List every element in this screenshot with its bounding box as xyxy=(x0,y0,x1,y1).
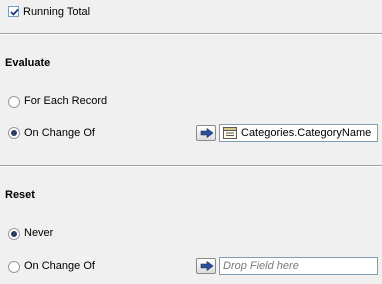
reset-on-change-of-radio[interactable] xyxy=(8,261,20,273)
table-field-icon xyxy=(223,127,237,139)
reset-on-change-of-label: On Change Of xyxy=(24,260,95,272)
evaluate-field-picker-button[interactable] xyxy=(196,125,216,141)
running-total-label: Running Total xyxy=(23,6,91,18)
arrow-right-icon xyxy=(200,261,214,271)
evaluate-field-box[interactable]: Categories.CategoryName xyxy=(219,124,378,142)
reset-field-picker-button[interactable] xyxy=(196,258,216,274)
reset-field-placeholder: Drop Field here xyxy=(223,260,299,272)
reset-never-radio[interactable] xyxy=(8,228,20,240)
reset-section-title: Reset xyxy=(5,189,35,201)
arrow-right-icon xyxy=(200,128,214,138)
reset-never-label: Never xyxy=(24,227,54,239)
evaluate-field-value: Categories.CategoryName xyxy=(241,127,372,139)
evaluate-on-change-of-radio[interactable] xyxy=(8,127,20,139)
evaluate-section-title: Evaluate xyxy=(5,57,51,69)
divider xyxy=(0,33,382,35)
checkmark-icon xyxy=(10,8,19,16)
evaluate-for-each-record-radio[interactable] xyxy=(8,96,20,108)
reset-field-drop-box[interactable]: Drop Field here xyxy=(219,257,378,275)
divider xyxy=(0,165,382,167)
evaluate-on-change-of-label: On Change Of xyxy=(24,127,95,139)
evaluate-for-each-record-label: For Each Record xyxy=(24,95,108,107)
running-total-checkbox[interactable] xyxy=(8,6,19,17)
